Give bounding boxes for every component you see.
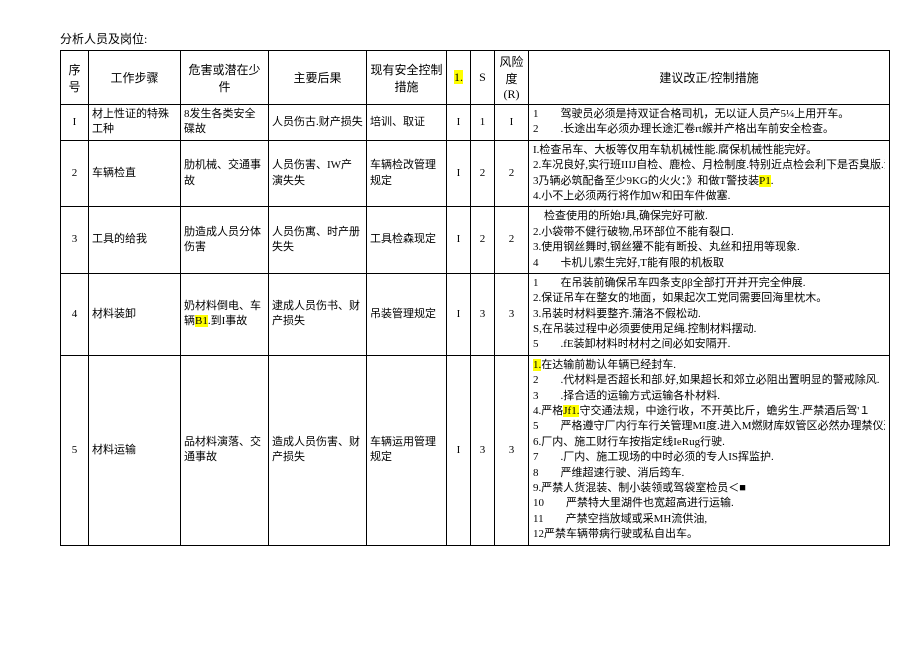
cell-r: 3 xyxy=(495,273,529,355)
suggestion-line: 5 .fE装卸材料时材村之间必如安隔开. xyxy=(533,337,885,352)
col-l: 1. xyxy=(447,51,471,105)
suggestion-line: 4 卡机儿索生完好,T能有限的机板取 xyxy=(533,256,885,271)
suggestion-line: 9.严禁人货混装、制小装领或驾袋室检员＜■ xyxy=(533,481,885,496)
cell-control: 工具检森现定 xyxy=(367,207,447,274)
suggestion-line: 8 严维超速行驶、消后筠车. xyxy=(533,466,885,481)
suggestion-line: 检查使用的所始J具,确保完好可敝. xyxy=(533,209,885,224)
col-hazard: 危害或潜在少件 xyxy=(181,51,269,105)
cell-suggestion: 检查使用的所始J具,确保完好可敝.2.小袋带不健行破物,吊环部位不能有裂口.3.… xyxy=(529,207,890,274)
cell-l: I xyxy=(447,207,471,274)
cell-suggestion: I.检查吊车、大板等仅用车轨机械性能.腐保机械性能完好。2.车况良好,实行班II… xyxy=(529,140,890,207)
suggestion-line: 2.保证吊车在整女的地面，如果起次工党同需要回海里枕木。 xyxy=(533,291,885,306)
col-no: 序号 xyxy=(61,51,89,105)
suggestion-line: 3乃辆必筑配备至少9KG的火火：》和做T警技装P1. xyxy=(533,174,885,189)
cell-no: 3 xyxy=(61,207,89,274)
cell-step: 车辆检直 xyxy=(89,140,181,207)
cell-consequence: 人员伤古.财产损失 xyxy=(269,105,367,141)
suggestion-line: 1.在达输前勘认年辆已经封车. xyxy=(533,358,885,373)
suggestion-line: 3.吊装时材料要整齐.蒲洛不假松动. xyxy=(533,307,885,322)
cell-suggestion: 1.在达输前勘认年辆已经封车.2 .代材料是否超长和部.好,如果超长和郊立必阻出… xyxy=(529,355,890,545)
page-header: 分析人员及岗位: xyxy=(60,30,890,47)
cell-hazard: 肋机械、交通事故 xyxy=(181,140,269,207)
col-s: S xyxy=(471,51,495,105)
suggestion-line: 4.小不上必须两行将作加W和田车件做塞. xyxy=(533,189,885,204)
suggestion-line: 2.车况良好,实行班IIIJ自检、鹿检、月检制度.特别近点检会利下是否臭版.油用… xyxy=(533,158,885,173)
cell-hazard: 肋造成人员分体伤害 xyxy=(181,207,269,274)
suggestion-line: 2 .长途出车必须办理长途汇卷rt緱并产格出车前安全检查。 xyxy=(533,122,885,137)
cell-consequence: 人员伤寓、时产册失失 xyxy=(269,207,367,274)
cell-l: I xyxy=(447,105,471,141)
col-consequence: 主要后果 xyxy=(269,51,367,105)
cell-hazard: 奶材料倒电、车辆B1.到I事故 xyxy=(181,273,269,355)
cell-step: 材上性证的特殊工种 xyxy=(89,105,181,141)
suggestion-line: 1 驾驶员必须是持双证合格司机，无以证人员产5¼上用开车。 xyxy=(533,107,885,122)
cell-suggestion: 1 在吊装前确保吊车四条支ββ全部打开并开完全伸展.2.保证吊车在整女的地面，如… xyxy=(529,273,890,355)
cell-no: I xyxy=(61,105,89,141)
cell-step: 材料运输 xyxy=(89,355,181,545)
cell-step: 工具的给我 xyxy=(89,207,181,274)
cell-control: 车辆运用管理规定 xyxy=(367,355,447,545)
cell-no: 4 xyxy=(61,273,89,355)
cell-hazard: 品材料演落、交通事故 xyxy=(181,355,269,545)
cell-r: 3 xyxy=(495,355,529,545)
col-control: 现有安全控制措施 xyxy=(367,51,447,105)
cell-r: 2 xyxy=(495,207,529,274)
cell-consequence: 造成人员伤害、财产损失 xyxy=(269,355,367,545)
cell-s: 3 xyxy=(471,273,495,355)
table-header-row: 序号 工作步骤 危害或潜在少件 主要后果 现有安全控制措施 1. S 风险度(R… xyxy=(61,51,890,105)
suggestion-line: 2 .代材料是否超长和部.好,如果超长和郊立必阻出置明显的警戒除风. xyxy=(533,373,885,388)
cell-s: 1 xyxy=(471,105,495,141)
suggestion-line: 1 在吊装前确保吊车四条支ββ全部打开并开完全伸展. xyxy=(533,276,885,291)
col-r: 风险度(R) xyxy=(495,51,529,105)
cell-consequence: 逮成人员伤书、财产损失 xyxy=(269,273,367,355)
col-step: 工作步骤 xyxy=(89,51,181,105)
cell-step: 材料装卸 xyxy=(89,273,181,355)
suggestion-line: 10 严禁特大里湖件也宽超高进行运输. xyxy=(533,496,885,511)
cell-s: 2 xyxy=(471,207,495,274)
suggestion-line: S,在吊装过程中必须要使用足绳.控制材料摆动. xyxy=(533,322,885,337)
suggestion-line: I.检查吊车、大板等仅用车轨机械性能.腐保机械性能完好。 xyxy=(533,143,885,158)
table-row: 4材料装卸奶材料倒电、车辆B1.到I事故逮成人员伤书、财产损失吊装管理规定I33… xyxy=(61,273,890,355)
cell-consequence: 人员伤害、IW产演失失 xyxy=(269,140,367,207)
cell-s: 3 xyxy=(471,355,495,545)
col-suggestion: 建议改正/控制措施 xyxy=(529,51,890,105)
risk-table: 序号 工作步骤 危害或潜在少件 主要后果 现有安全控制措施 1. S 风险度(R… xyxy=(60,50,890,546)
suggestion-line: 4.严格Jf1.守交通法规，中途行收，不开英比斤，蟾劣生.严禁酒后驾'１ xyxy=(533,404,885,419)
cell-l: I xyxy=(447,140,471,207)
cell-l: I xyxy=(447,355,471,545)
cell-r: 2 xyxy=(495,140,529,207)
suggestion-line: 3 .择合适的运输方式运输各朴材料. xyxy=(533,389,885,404)
cell-control: 培训、取证 xyxy=(367,105,447,141)
table-row: 5材料运输品材料演落、交通事故造成人员伤害、财产损失车辆运用管理规定I331.在… xyxy=(61,355,890,545)
suggestion-line: 12严禁车辆带病行驶或私自出车。 xyxy=(533,527,885,542)
table-row: 3工具的给我肋造成人员分体伤害人员伤寓、时产册失失工具检森现定I22 检查使用的… xyxy=(61,207,890,274)
cell-no: 2 xyxy=(61,140,89,207)
table-row: I材上性证的特殊工种8发生各类安全碟故人员伤古.财产损失培训、取证I1I1 驾驶… xyxy=(61,105,890,141)
cell-l: I xyxy=(447,273,471,355)
suggestion-line: 11 产禁空挡放域或采MH流供油, xyxy=(533,512,885,527)
table-row: 2车辆检直肋机械、交通事故人员伤害、IW产演失失车辆检改管理规定I22I.检查吊… xyxy=(61,140,890,207)
suggestion-line: 5 严格遵守厂内行车行关管理MI度.进入M燃财库奴管区必然办理禁仪遁行证，配带阴… xyxy=(533,419,885,434)
cell-s: 2 xyxy=(471,140,495,207)
suggestion-line: 3.使用钢丝舞时,钢丝獾不能有断投、丸丝和扭用等现象. xyxy=(533,240,885,255)
suggestion-line: 2.小袋带不健行破物,吊环部位不能有裂口. xyxy=(533,225,885,240)
cell-control: 车辆检改管理规定 xyxy=(367,140,447,207)
cell-control: 吊装管理规定 xyxy=(367,273,447,355)
suggestion-line: 6.厂内、施工财行车按指定线IeRug行驶. xyxy=(533,435,885,450)
cell-r: I xyxy=(495,105,529,141)
cell-no: 5 xyxy=(61,355,89,545)
cell-hazard: 8发生各类安全碟故 xyxy=(181,105,269,141)
suggestion-line: 7 .厂内、施工现场的中时必须的专人IS挥监护. xyxy=(533,450,885,465)
cell-suggestion: 1 驾驶员必须是持双证合格司机，无以证人员产5¼上用开车。2 .长途出车必须办理… xyxy=(529,105,890,141)
